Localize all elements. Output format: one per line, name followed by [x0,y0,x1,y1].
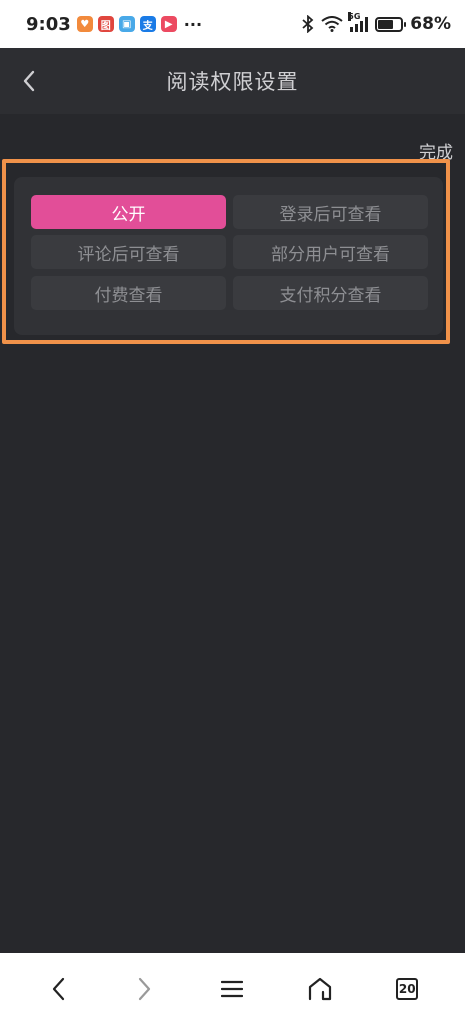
tab-count-icon: 20 [396,977,419,1000]
option-some-users-view[interactable]: 部分用户可查看 [233,235,428,269]
status-time: 9:03 [26,13,71,35]
red-app-icon: 图 [97,16,114,32]
bottom-navigation: 20 [0,953,465,1024]
chevron-right-icon [138,977,151,1000]
home-icon [308,977,331,1000]
option-paid-view[interactable]: 付费查看 [31,276,226,310]
book-app-icon: ▣ [118,16,135,32]
tabs-button[interactable]: 20 [385,967,429,1011]
bluetooth-icon [302,15,314,33]
nav-forward-button[interactable] [123,967,167,1011]
heart-app-icon: ♥ [76,16,93,32]
nav-back-button[interactable] [36,967,80,1011]
wifi-icon [321,16,343,32]
alipay-app-icon: 支 [139,16,156,32]
back-button[interactable] [14,66,44,96]
battery-icon [375,16,407,32]
home-button[interactable] [298,967,342,1011]
option-public[interactable]: 公开 [31,195,226,229]
option-comment-to-view[interactable]: 评论后可查看 [31,235,226,269]
chevron-left-icon [52,977,64,1000]
menu-button[interactable] [210,967,254,1011]
page-title: 阅读权限设置 [166,70,299,94]
video-app-icon: ▶ [160,16,177,32]
more-notifications-icon: ··· [183,14,203,34]
chevron-left-icon [23,70,35,92]
option-points-view[interactable]: 支付积分查看 [233,276,428,310]
status-indicators: 5G 68% [302,12,451,34]
menu-icon [221,980,244,997]
status-bar: 9:03 ♥ 图 ▣ 支 ▶ ··· 5G 68% [0,0,465,48]
nav-header: 阅读权限设置 [0,48,465,114]
permission-options-panel: 公开 登录后可查看 评论后可查看 部分用户可查看 付费查看 支付积分查看 [14,177,443,335]
option-login-to-view[interactable]: 登录后可查看 [233,195,428,229]
battery-percent: 68% [410,14,451,34]
cellular-signal-icon: 5G [348,12,369,32]
